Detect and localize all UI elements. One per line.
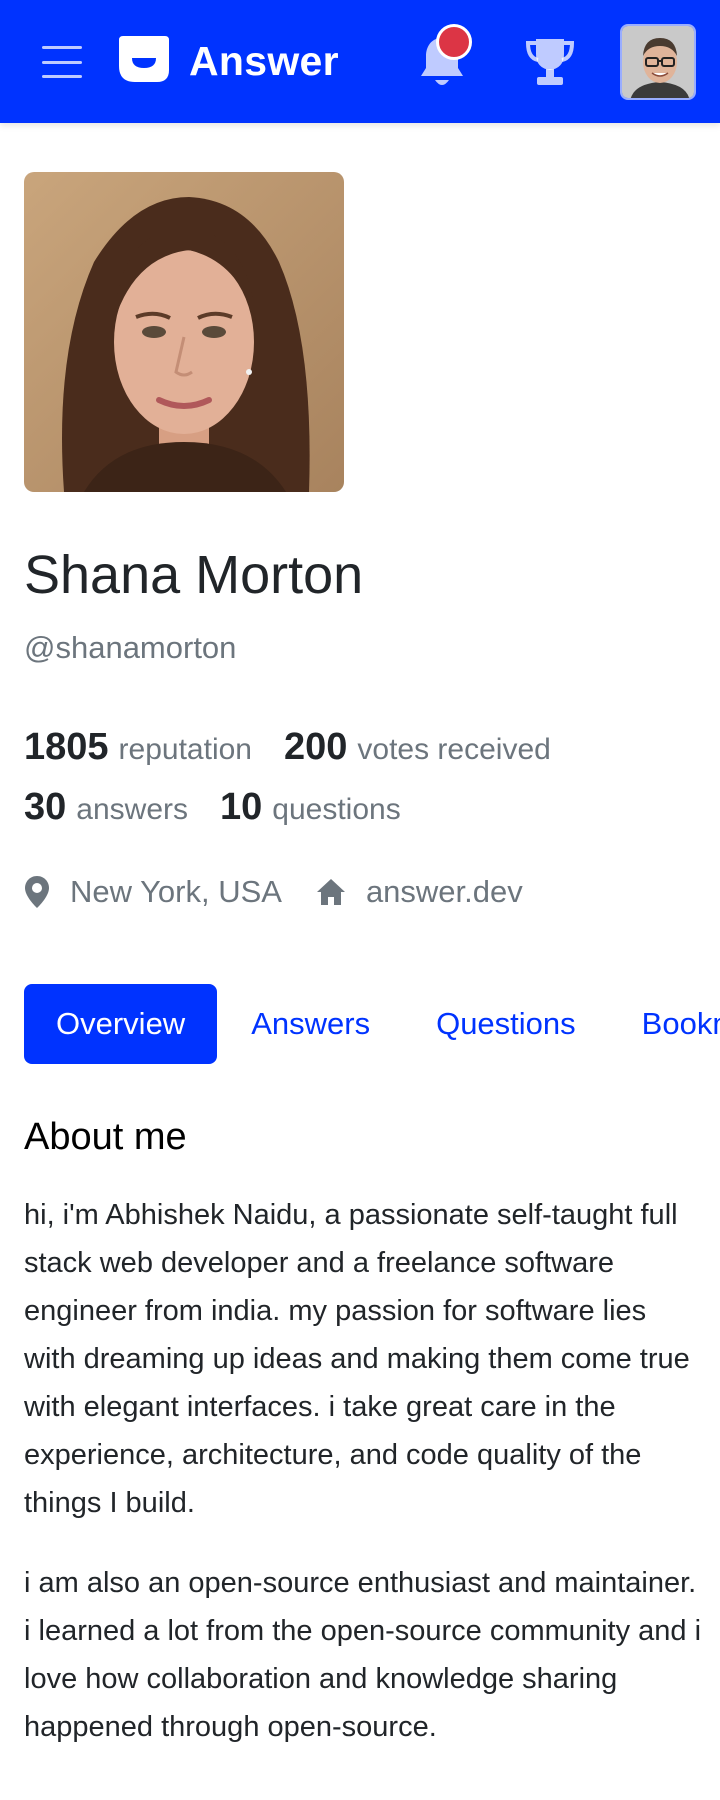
profile-display-name: Shana Morton	[24, 545, 364, 605]
about-body: hi, i'm Abhishek Naidu, a passionate sel…	[24, 1191, 704, 1783]
map-pin-icon	[25, 876, 49, 908]
stat-label: reputation	[118, 733, 252, 766]
answer-logo-icon	[119, 36, 169, 82]
stat-votes-received: 200 votes received	[284, 726, 551, 769]
stat-questions: 10 questions	[220, 786, 401, 829]
stat-value: 30	[24, 786, 67, 828]
stat-value: 10	[220, 786, 263, 828]
profile-website-link[interactable]: answer.dev	[366, 874, 523, 910]
stat-label: answers	[76, 793, 188, 826]
trophy-icon[interactable]	[524, 36, 576, 88]
tab-questions[interactable]: Questions	[404, 984, 608, 1064]
stat-value: 1805	[24, 726, 109, 768]
profile-info-row: New York, USA answer.dev	[24, 874, 557, 910]
hamburger-icon[interactable]	[42, 46, 82, 78]
profile-photo	[24, 172, 344, 492]
stat-label: questions	[272, 793, 401, 826]
profile-location: New York, USA	[24, 874, 282, 910]
profile-username: @shanamorton	[24, 630, 237, 665]
profile-tabs-container: Overview Answers Questions Bookmarks	[0, 984, 720, 1064]
stat-reputation: 1805 reputation	[24, 726, 252, 769]
tab-answers[interactable]: Answers	[219, 984, 402, 1064]
user-avatar-image	[622, 26, 694, 98]
stats-row: 30 answers 10 questions	[24, 786, 433, 829]
profile-tabs: Overview Answers Questions Bookmarks	[24, 984, 720, 1064]
profile-photo-image	[24, 172, 344, 492]
brand-logo-link[interactable]: Answer	[115, 32, 339, 90]
profile-website[interactable]: answer.dev	[316, 874, 523, 910]
stat-value: 200	[283, 726, 348, 768]
home-icon	[316, 879, 345, 905]
stats-row: 1805 reputation 200 votes received	[24, 726, 583, 769]
stat-answers: 30 answers	[24, 786, 188, 829]
about-paragraph: i am also an open-source enthusiast and …	[24, 1567, 702, 1743]
tab-overview[interactable]: Overview	[24, 984, 218, 1064]
brand-name: Answer	[189, 37, 339, 84]
stat-label: votes received	[357, 733, 551, 766]
about-paragraph: hi, i'm Abhishek Naidu, a passionate sel…	[24, 1199, 690, 1519]
user-avatar[interactable]	[620, 24, 696, 100]
top-navbar: Answer	[0, 0, 720, 123]
tab-bookmarks[interactable]: Bookmarks	[610, 984, 720, 1064]
profile-location-text: New York, USA	[70, 874, 282, 909]
notification-badge	[436, 24, 472, 60]
about-heading: About me	[24, 1116, 187, 1158]
